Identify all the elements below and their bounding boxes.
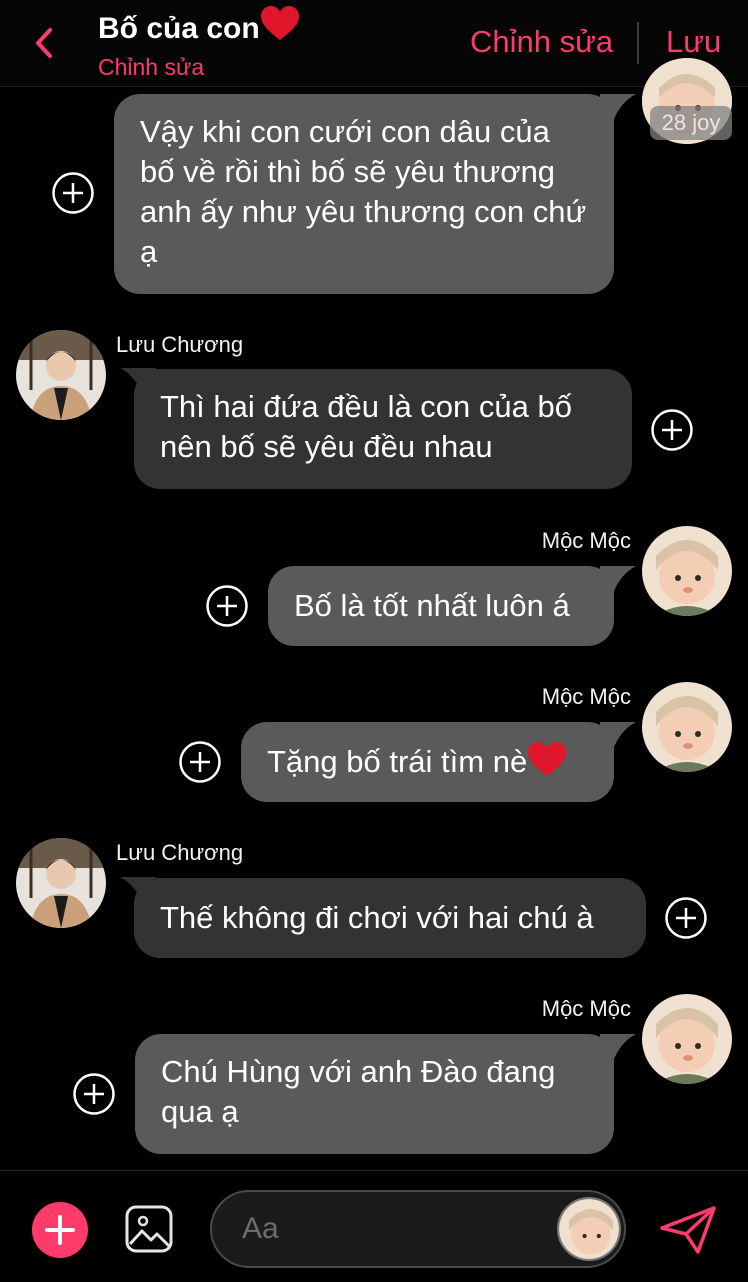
avatar-moc-moc[interactable] (642, 994, 732, 1084)
plus-circle-icon[interactable] (664, 896, 708, 940)
baby-avatar-icon (559, 1199, 619, 1259)
avatar-moc-moc[interactable] (642, 682, 732, 772)
save-button[interactable]: Lưu (666, 24, 721, 60)
message-text: Thế không đi chơi với hai chú à (160, 900, 594, 935)
sender-name: Lưu Chương (116, 840, 244, 865)
plus-circle-icon[interactable] (72, 1072, 116, 1116)
message-text: Thì hai đứa đều là con của bố nên bố sẽ … (160, 389, 572, 464)
baby-avatar-icon (642, 682, 732, 772)
message-bubble[interactable]: Vậy khi con cưới con dâu của bố về rồi t… (114, 94, 614, 294)
plus-circle-icon[interactable] (51, 171, 95, 215)
avatar-moc-moc[interactable] (642, 526, 732, 616)
send-icon[interactable] (658, 1204, 718, 1256)
message-text: Tặng bố trái tìm nè (267, 744, 528, 779)
message-text: Vậy khi con cưới con dâu của bố về rồi t… (140, 114, 587, 269)
chat-title: Bố của con (98, 6, 300, 46)
chat-subtitle[interactable]: Chỉnh sửa (98, 54, 204, 81)
heart-icon (260, 6, 299, 40)
edit-button[interactable]: Chỉnh sửa (470, 24, 613, 60)
back-chevron-icon[interactable] (30, 24, 60, 62)
bubble-tail (600, 94, 636, 124)
header-divider (637, 22, 639, 64)
man-avatar-icon (16, 838, 106, 928)
sender-name: Lưu Chương (116, 332, 244, 357)
composer-avatar[interactable] (557, 1197, 621, 1261)
baby-avatar-icon (642, 526, 732, 616)
message-bubble[interactable]: Chú Hùng với anh Đào đang qua ạ (135, 1034, 614, 1154)
heart-icon (528, 742, 567, 776)
message-composer[interactable]: Aa (210, 1190, 626, 1268)
plus-circle-icon[interactable] (650, 408, 694, 452)
sender-name: Mộc Mộc (541, 996, 631, 1021)
message-text: Chú Hùng với anh Đào đang qua ạ (161, 1054, 556, 1129)
man-avatar-icon (16, 330, 106, 420)
message-input-placeholder[interactable]: Aa (242, 1192, 522, 1266)
message-bubble[interactable]: Bố là tốt nhất luôn á (268, 566, 614, 646)
avatar-luu-chuong[interactable] (16, 838, 106, 928)
add-icon (45, 1215, 75, 1245)
avatar-luu-chuong[interactable] (16, 330, 106, 420)
add-button[interactable] (32, 1202, 88, 1258)
plus-circle-icon[interactable] (205, 584, 249, 628)
message-bubble[interactable]: Thì hai đứa đều là con của bố nên bố sẽ … (134, 369, 632, 489)
baby-avatar-icon (642, 994, 732, 1084)
sender-name: Mộc Mộc (541, 528, 631, 553)
message-bubble[interactable]: Tặng bố trái tìm nè (241, 722, 614, 802)
sender-name: Mộc Mộc (541, 684, 631, 709)
message-text: Bố là tốt nhất luôn á (294, 588, 570, 623)
plus-circle-icon[interactable] (178, 740, 222, 784)
chat-title-text: Bố của con (98, 12, 260, 45)
message-bubble[interactable]: Thế không đi chơi với hai chú à (134, 878, 646, 958)
image-icon[interactable] (124, 1204, 174, 1254)
timestamp-badge: 28 joy (650, 106, 732, 140)
